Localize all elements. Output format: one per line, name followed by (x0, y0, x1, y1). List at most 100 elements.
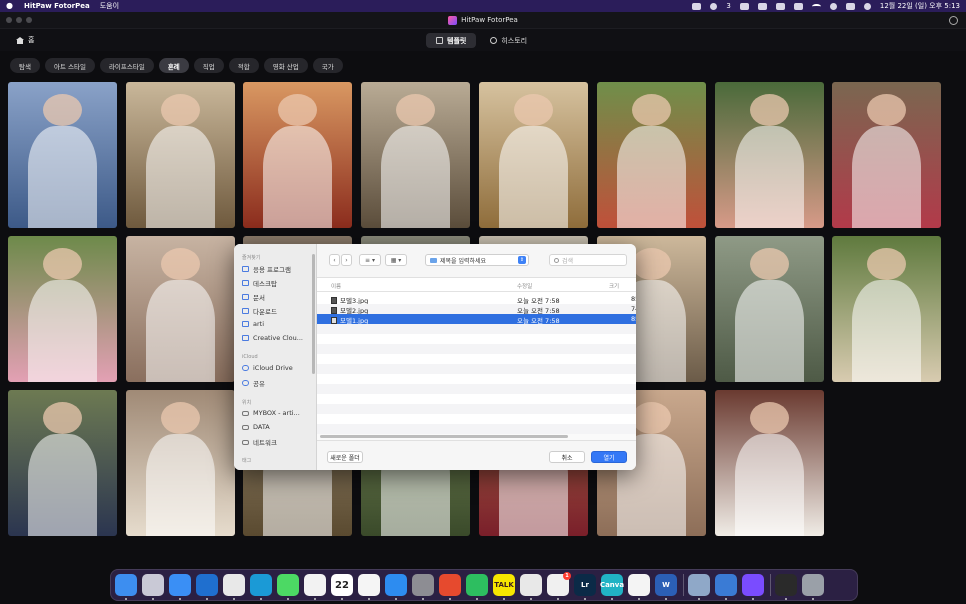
sidebar-item-label: 네트워크 (253, 439, 277, 447)
template-thumbnail (715, 390, 824, 536)
sidebar-item[interactable]: Creative Clou... (242, 334, 303, 342)
template-thumbnail (832, 236, 941, 382)
template-card[interactable] (8, 236, 117, 382)
preview-icon[interactable] (688, 574, 710, 596)
sidebar-item[interactable]: 다운로드 (242, 306, 277, 316)
kakaotalk-icon[interactable]: TALK (493, 574, 515, 596)
arc-icon[interactable] (628, 574, 650, 596)
system-settings-icon[interactable] (412, 574, 434, 596)
sidebar-item[interactable]: DATA (242, 423, 270, 431)
folder-select[interactable]: 제목을 입력하세요 ⇕ (425, 254, 529, 266)
sidebar-section-header: 태그 (242, 458, 252, 464)
template-card[interactable] (479, 82, 588, 228)
sidebar-section-header: 위치 (242, 400, 252, 406)
chrome-icon[interactable] (223, 574, 245, 596)
template-card[interactable] (243, 82, 352, 228)
column-size[interactable]: 크기 (609, 282, 619, 290)
bird-app-icon[interactable] (196, 574, 218, 596)
running-indicator (476, 598, 478, 600)
desktop-icon (242, 280, 249, 286)
messages-icon[interactable] (277, 574, 299, 596)
sidebar-scrollbar[interactable] (312, 254, 315, 374)
template-card[interactable] (361, 82, 470, 228)
dialog-search-box[interactable]: 검색 (549, 254, 627, 266)
template-thumbnail (8, 82, 117, 228)
sidebar-item[interactable]: 문서 (242, 292, 265, 302)
sidebar-item[interactable]: 응용 프로그램 (242, 264, 291, 274)
running-indicator (206, 598, 208, 600)
istat-icon[interactable] (520, 574, 542, 596)
open-button[interactable]: 열기 (591, 451, 627, 463)
tasks-icon[interactable]: 1 (547, 572, 571, 596)
file-row[interactable]: 모델3.jpg오늘 오전 7:5885 (317, 294, 636, 305)
finder-icon[interactable] (115, 574, 137, 596)
file-open-dialog: 즐겨찾기 응용 프로그램 데스크탑 문서 다운로드 arti Creative Clou..… (234, 244, 636, 470)
grid-view-button[interactable]: ▦ ▾ (385, 254, 407, 266)
template-card[interactable] (832, 82, 941, 228)
photos-icon[interactable] (304, 574, 326, 596)
new-folder-button[interactable]: 새로운 폴더 (327, 451, 363, 463)
safari-icon[interactable] (169, 574, 191, 596)
fotorpea-doc-icon[interactable] (775, 574, 797, 596)
evernote-icon[interactable] (466, 574, 488, 596)
template-thumbnail (597, 82, 706, 228)
canva-icon[interactable]: Canva (600, 574, 624, 596)
empty-row (317, 414, 636, 424)
template-card[interactable] (715, 82, 824, 228)
empty-row (317, 374, 636, 384)
running-indicator (584, 598, 586, 600)
running-indicator (395, 598, 397, 600)
running-indicator (812, 598, 814, 600)
empty-row (317, 354, 636, 364)
macos-dock: 22 TALK 1 Lr Canva W (110, 569, 858, 601)
search-icon (554, 257, 559, 263)
template-card[interactable] (8, 390, 117, 536)
cancel-button[interactable]: 취소 (549, 451, 585, 463)
column-date[interactable]: 수정일 (517, 282, 532, 290)
forward-button[interactable]: › (341, 254, 352, 266)
template-card[interactable] (126, 236, 235, 382)
app-store-icon[interactable] (385, 574, 407, 596)
running-indicator (665, 598, 667, 600)
launchpad-icon[interactable] (142, 574, 164, 596)
template-card[interactable] (8, 82, 117, 228)
sidebar-item[interactable]: iCloud Drive (242, 364, 293, 372)
anydesk-icon[interactable] (439, 574, 461, 596)
sidebar-item[interactable]: arti (242, 320, 264, 328)
file-row[interactable]: 모델1.jpg오늘 오전 7:5885 (317, 314, 636, 325)
word-icon[interactable]: W (655, 574, 677, 596)
calendar-icon[interactable]: 22 (331, 574, 353, 596)
empty-row (317, 364, 636, 374)
file-list: 모델3.jpg오늘 오전 7:5885모델2.jpg오늘 오전 7:5874모델… (317, 292, 636, 434)
column-name[interactable]: 이름 (331, 282, 341, 290)
list-view-button[interactable]: ≡ ▾ (359, 254, 381, 266)
template-card[interactable] (832, 236, 941, 382)
template-thumbnail (243, 82, 352, 228)
dock-separator (770, 574, 771, 596)
sidebar-item[interactable]: 네트워크 (242, 437, 277, 447)
running-indicator (260, 598, 262, 600)
lightroom-icon[interactable]: Lr (574, 574, 596, 596)
template-thumbnail (715, 82, 824, 228)
quicklook-icon[interactable] (715, 574, 737, 596)
template-card[interactable] (126, 390, 235, 536)
template-card[interactable] (715, 390, 824, 536)
sidebar-item-label: MYBOX - arti... (253, 409, 300, 417)
edge-icon[interactable] (250, 574, 272, 596)
fotorpea-icon[interactable] (742, 574, 764, 596)
sidebar-item[interactable]: 공유 (242, 378, 265, 388)
sidebar-item[interactable]: 데스크탑 (242, 278, 277, 288)
template-card[interactable] (715, 236, 824, 382)
template-card[interactable] (597, 82, 706, 228)
running-indicator (341, 598, 343, 600)
trash-icon[interactable] (802, 574, 824, 596)
sidebar-item-label: iCloud Drive (253, 364, 293, 372)
file-row[interactable]: 모델2.jpg오늘 오전 7:5874 (317, 304, 636, 315)
running-indicator (638, 598, 640, 600)
sidebar-item-label: Creative Clou... (253, 334, 303, 342)
sidebar-item[interactable]: MYBOX - arti... (242, 409, 300, 417)
template-card[interactable] (126, 82, 235, 228)
file-list-scrollbar[interactable] (320, 435, 568, 438)
reminders-icon[interactable] (358, 574, 380, 596)
back-button[interactable]: ‹ (329, 254, 340, 266)
